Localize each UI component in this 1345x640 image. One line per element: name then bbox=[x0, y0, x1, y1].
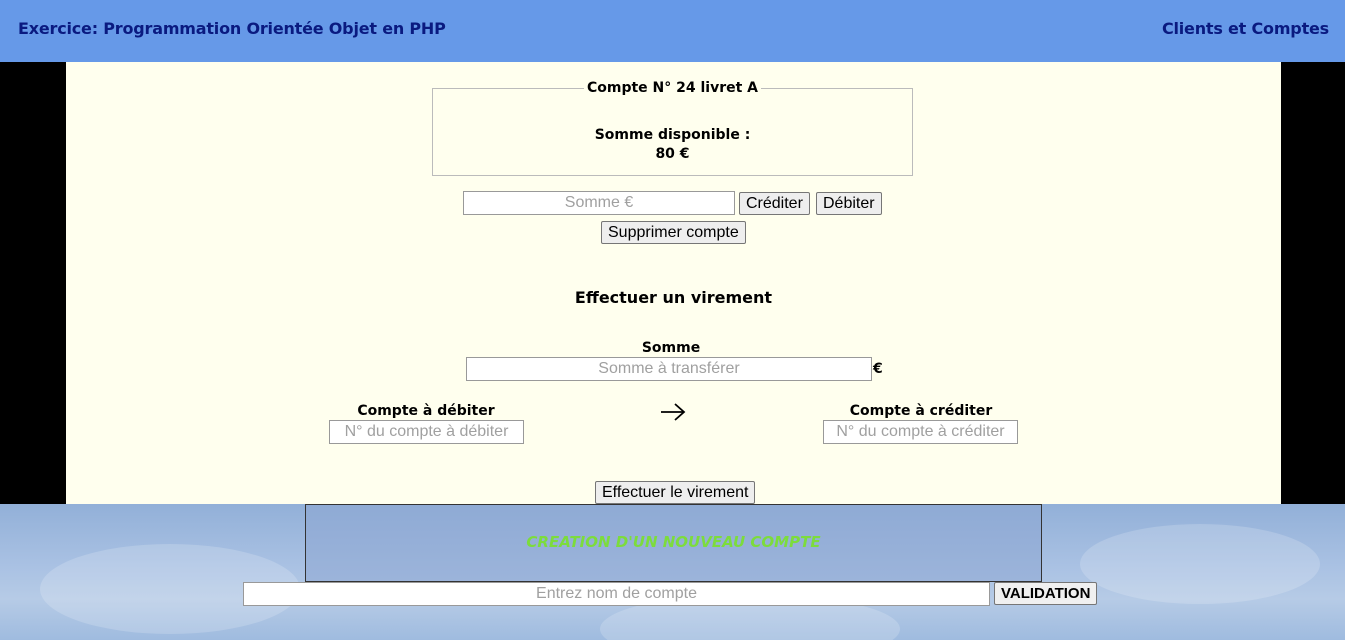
arrow-right-icon bbox=[661, 403, 686, 421]
account-fieldset: Compte N° 24 livret A Somme disponible :… bbox=[432, 80, 913, 176]
balance-label: Somme disponible : bbox=[594, 127, 751, 143]
transfer-amount-label: Somme bbox=[641, 340, 701, 356]
create-account-title: CREATION D'UN NOUVEAU COMPTE bbox=[526, 533, 821, 551]
credit-account-label: Compte à créditer bbox=[849, 403, 993, 419]
cloud-shape bbox=[1080, 524, 1320, 604]
top-header: Exercice: Programmation Orientée Objet e… bbox=[0, 0, 1345, 62]
create-account-box: CREATION D'UN NOUVEAU COMPTE bbox=[305, 504, 1042, 582]
debit-button[interactable]: Débiter bbox=[816, 192, 882, 215]
balance-value: 80 € bbox=[655, 146, 690, 162]
credit-button[interactable]: Créditer bbox=[739, 192, 810, 215]
debit-account-label: Compte à débiter bbox=[357, 403, 495, 419]
credit-account-input[interactable] bbox=[823, 420, 1018, 444]
transfer-amount-input[interactable] bbox=[466, 357, 872, 381]
amount-input[interactable] bbox=[463, 191, 735, 215]
account-legend: Compte N° 24 livret A bbox=[586, 80, 759, 96]
debit-account-input[interactable] bbox=[329, 420, 524, 444]
delete-account-button[interactable]: Supprimer compte bbox=[601, 221, 746, 244]
currency-sign: € bbox=[873, 361, 883, 377]
transfer-submit-button[interactable]: Effectuer le virement bbox=[595, 481, 756, 504]
clients-accounts-link[interactable]: Clients et Comptes bbox=[1162, 19, 1329, 38]
transfer-title: Effectuer un virement bbox=[574, 288, 773, 307]
sky-background: CREATION D'UN NOUVEAU COMPTE VALIDATION bbox=[0, 504, 1345, 640]
account-name-input[interactable] bbox=[243, 582, 990, 606]
page-title: Exercice: Programmation Orientée Objet e… bbox=[18, 19, 446, 38]
main-panel: Compte N° 24 livret A Somme disponible :… bbox=[66, 62, 1281, 504]
validation-button[interactable]: VALIDATION bbox=[994, 582, 1098, 605]
